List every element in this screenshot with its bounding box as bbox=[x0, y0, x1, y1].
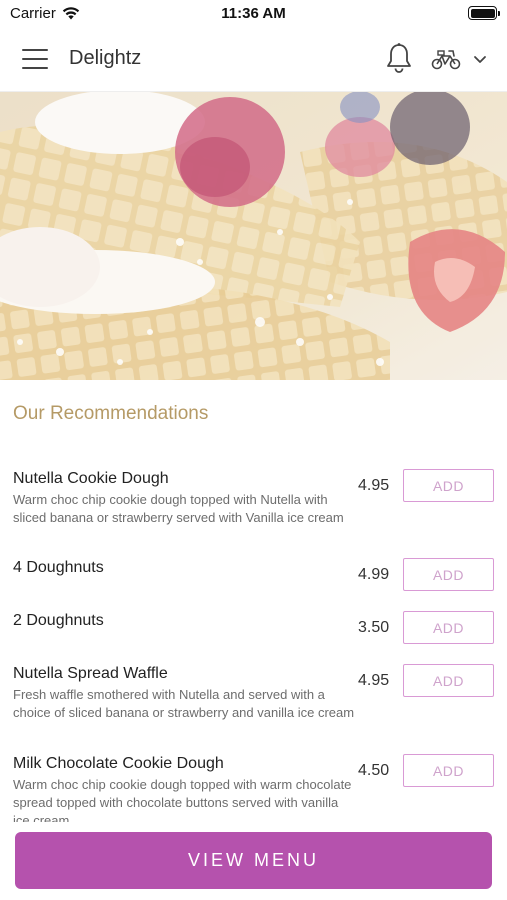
app-title: Delightz bbox=[69, 47, 142, 69]
item-name: Nutella Cookie Dough bbox=[13, 470, 169, 487]
list-item: 2 Doughnuts 3.50 ADD bbox=[0, 604, 507, 657]
view-menu-button[interactable]: VIEW MENU bbox=[15, 832, 492, 889]
menu-icon[interactable] bbox=[22, 49, 48, 69]
bell-icon[interactable] bbox=[384, 42, 414, 74]
add-button[interactable]: ADD bbox=[403, 611, 494, 644]
delivery-scooter-icon[interactable] bbox=[430, 48, 462, 70]
item-name: Milk Chocolate Cookie Dough bbox=[13, 755, 224, 772]
recommendations-title: Our Recommendations bbox=[13, 403, 209, 424]
item-description: Warm choc chip cookie dough topped with … bbox=[13, 492, 344, 525]
battery-icon bbox=[468, 6, 500, 20]
item-price: 3.50 bbox=[358, 619, 390, 636]
list-item: Nutella Spread Waffle Fresh waffle smoth… bbox=[0, 657, 507, 747]
item-price: 4.50 bbox=[358, 762, 390, 779]
item-name: 4 Doughnuts bbox=[13, 559, 104, 576]
item-description: Warm choc chip cookie dough topped with … bbox=[13, 777, 352, 822]
top-navbar: Delightz bbox=[0, 26, 507, 92]
list-item: 4 Doughnuts 4.99 ADD bbox=[0, 551, 507, 604]
item-price: 4.95 bbox=[358, 672, 390, 689]
chevron-down-icon[interactable] bbox=[472, 52, 488, 66]
item-name: Nutella Spread Waffle bbox=[13, 665, 168, 682]
status-bar: Carrier 11:36 AM bbox=[0, 0, 507, 26]
item-price: 4.99 bbox=[358, 566, 390, 583]
item-description: Fresh waffle smothered with Nutella and … bbox=[13, 687, 355, 720]
add-button[interactable]: ADD bbox=[403, 558, 494, 591]
item-name: 2 Doughnuts bbox=[13, 612, 104, 629]
item-price: 4.95 bbox=[358, 477, 390, 494]
recommendations-list: Nutella Cookie Dough Warm choc chip cook… bbox=[0, 462, 507, 822]
list-item: Milk Chocolate Cookie Dough Warm choc ch… bbox=[0, 747, 507, 822]
list-item: Nutella Cookie Dough Warm choc chip cook… bbox=[0, 462, 507, 551]
add-button[interactable]: ADD bbox=[403, 754, 494, 787]
hero-image bbox=[0, 92, 507, 380]
add-button[interactable]: ADD bbox=[403, 469, 494, 502]
status-time: 11:36 AM bbox=[221, 5, 286, 22]
add-button[interactable]: ADD bbox=[403, 664, 494, 697]
